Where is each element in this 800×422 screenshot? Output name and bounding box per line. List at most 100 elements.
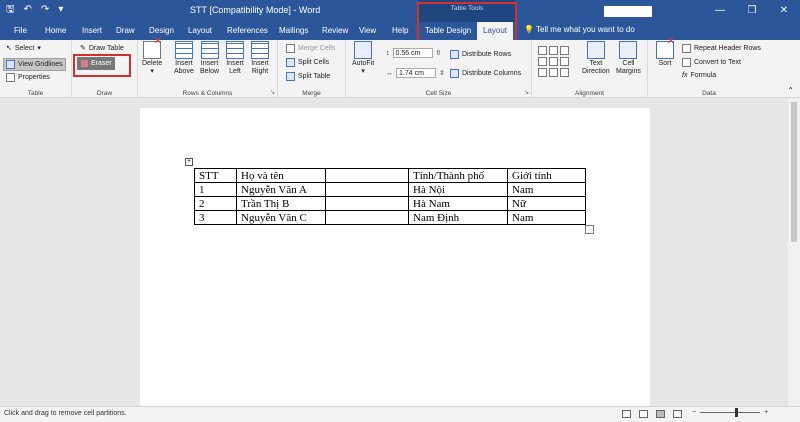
table-cell[interactable] bbox=[325, 168, 409, 183]
spin-icon[interactable]: ⇳ bbox=[439, 69, 445, 77]
tab-insert[interactable]: Insert bbox=[82, 25, 102, 37]
text-direction-button[interactable]: Text Direction bbox=[582, 41, 610, 76]
convert-to-text-label: Convert to Text bbox=[694, 59, 741, 66]
align-bottom-right-icon[interactable] bbox=[560, 68, 569, 77]
table-cell[interactable]: Nam bbox=[507, 210, 586, 225]
table-cell[interactable]: Họ và tên bbox=[236, 168, 326, 183]
tell-me-box[interactable]: 💡 Tell me what you want to do bbox=[524, 25, 635, 34]
sort-button[interactable]: Sort bbox=[656, 38, 675, 68]
table-cell[interactable]: Tỉnh/Thành phố bbox=[408, 168, 508, 183]
distribute-columns-button[interactable]: Distribute Columns bbox=[450, 69, 521, 78]
cell-margins-label-2: Margins bbox=[616, 68, 641, 75]
table-cell[interactable] bbox=[325, 196, 409, 211]
view-gridlines-button[interactable]: View Gridlines bbox=[3, 58, 66, 71]
align-bottom-left-icon[interactable] bbox=[538, 68, 547, 77]
status-bar: Click and drag to remove cell partitions… bbox=[0, 406, 800, 422]
insert-above-label-1: Insert bbox=[175, 60, 193, 67]
group-alignment: Text Direction Cell Margins Alignment bbox=[532, 40, 648, 98]
table-cell[interactable]: Nữ bbox=[507, 196, 586, 211]
tab-file[interactable]: File bbox=[14, 25, 27, 37]
tab-home[interactable]: Home bbox=[45, 25, 66, 37]
select-button[interactable]: ↖ Select ▾ bbox=[6, 44, 41, 53]
print-layout-icon[interactable] bbox=[656, 410, 665, 418]
web-layout-icon[interactable] bbox=[673, 410, 682, 418]
align-top-right-icon[interactable] bbox=[560, 46, 569, 55]
zoom-out-button[interactable]: − bbox=[692, 409, 696, 416]
table-cell[interactable]: Hà Nội bbox=[408, 182, 508, 197]
distribute-rows-button[interactable]: Distribute Rows bbox=[450, 50, 511, 59]
tab-view[interactable]: View bbox=[359, 25, 376, 37]
table-cell[interactable]: 1 bbox=[194, 182, 237, 197]
customize-icon[interactable]: ▾ bbox=[58, 4, 63, 16]
table-cell[interactable] bbox=[325, 182, 409, 197]
draw-table-button[interactable]: ✎ Draw Table bbox=[80, 44, 124, 53]
tab-mailings[interactable]: Mailings bbox=[279, 25, 308, 37]
table-cell[interactable] bbox=[325, 210, 409, 225]
document-page[interactable] bbox=[140, 108, 650, 418]
formula-button[interactable]: fx Formula bbox=[682, 72, 716, 79]
view-gridlines-label: View Gridlines bbox=[18, 61, 63, 68]
split-cells-icon bbox=[286, 58, 295, 67]
convert-to-text-button[interactable]: Convert to Text bbox=[682, 58, 741, 67]
cell-margins-button[interactable]: Cell Margins bbox=[616, 41, 641, 76]
repeat-header-rows-button[interactable]: Repeat Header Rows bbox=[682, 44, 761, 53]
row-height-input[interactable]: 0.56 cm bbox=[392, 48, 433, 58]
merge-cells-button[interactable]: Merge Cells bbox=[286, 44, 335, 53]
table-cell[interactable]: Nam Định bbox=[408, 210, 508, 225]
align-middle-center-icon[interactable] bbox=[549, 57, 558, 66]
split-table-button[interactable]: Split Table bbox=[286, 72, 330, 81]
table-move-handle[interactable]: + bbox=[185, 158, 193, 166]
dialog-launcher-icon[interactable]: ↘ bbox=[524, 89, 529, 96]
account-area[interactable] bbox=[604, 6, 652, 17]
restore-button[interactable]: ❐ bbox=[736, 0, 768, 22]
table-resize-handle[interactable] bbox=[585, 225, 594, 234]
autofit-button[interactable]: AutoFit ▾ bbox=[352, 41, 374, 76]
tab-draw[interactable]: Draw bbox=[116, 25, 135, 37]
delete-button[interactable]: Delete▾ bbox=[142, 38, 162, 76]
undo-icon[interactable]: ↶ bbox=[24, 4, 32, 16]
minimize-button[interactable]: — bbox=[704, 0, 736, 22]
table-cell[interactable]: 2 bbox=[194, 196, 237, 211]
tab-page-layout[interactable]: Layout bbox=[188, 25, 212, 37]
collapse-ribbon-icon[interactable]: ⌃ bbox=[787, 86, 794, 95]
word-table[interactable]: STT Họ và tên Tỉnh/Thành phố Giới tính 1… bbox=[194, 168, 586, 225]
zoom-slider[interactable] bbox=[700, 408, 761, 417]
scroll-thumb[interactable] bbox=[791, 102, 797, 242]
insert-above-button[interactable]: Insert Above bbox=[174, 41, 194, 76]
table-cell[interactable]: Trần Thị B bbox=[236, 196, 326, 211]
insert-left-button[interactable]: Insert Left bbox=[226, 41, 244, 76]
save-icon[interactable]: 🖫 bbox=[6, 4, 15, 16]
redo-icon[interactable]: ↷ bbox=[41, 4, 49, 16]
split-cells-button[interactable]: Split Cells bbox=[286, 58, 329, 67]
align-top-left-icon[interactable] bbox=[538, 46, 547, 55]
close-button[interactable]: ✕ bbox=[768, 0, 800, 22]
table-cell[interactable]: Nam bbox=[507, 182, 586, 197]
align-bottom-center-icon[interactable] bbox=[549, 68, 558, 77]
tab-review[interactable]: Review bbox=[322, 25, 348, 37]
group-data: Sort Repeat Header Rows Convert to Text … bbox=[648, 38, 770, 98]
table-cell[interactable]: 3 bbox=[194, 210, 237, 225]
table-cell[interactable]: Nguyễn Văn C bbox=[236, 210, 326, 225]
insert-below-button[interactable]: Insert Below bbox=[200, 41, 219, 76]
vertical-scrollbar[interactable] bbox=[788, 98, 800, 406]
zoom-in-button[interactable]: + bbox=[764, 409, 768, 416]
insert-left-label-1: Insert bbox=[226, 60, 244, 67]
spin-icon[interactable]: ⇳ bbox=[436, 49, 442, 57]
table-cell[interactable]: STT bbox=[194, 168, 237, 183]
align-middle-right-icon[interactable] bbox=[560, 57, 569, 66]
align-top-center-icon[interactable] bbox=[549, 46, 558, 55]
dialog-launcher-icon[interactable]: ↘ bbox=[270, 89, 275, 96]
read-mode-icon[interactable] bbox=[639, 410, 648, 418]
insert-right-button[interactable]: Insert Right bbox=[251, 41, 269, 76]
align-middle-left-icon[interactable] bbox=[538, 57, 547, 66]
properties-button[interactable]: Properties bbox=[6, 73, 50, 82]
column-width-input[interactable]: 1.74 cm bbox=[396, 68, 436, 78]
table-cell[interactable]: Giới tính bbox=[507, 168, 586, 183]
zoom-slider-knob[interactable] bbox=[735, 408, 739, 417]
table-cell[interactable]: Nguyễn Văn A bbox=[236, 182, 326, 197]
tab-help[interactable]: Help bbox=[392, 25, 408, 37]
table-cell[interactable]: Hà Nam bbox=[408, 196, 508, 211]
focus-mode-icon[interactable] bbox=[622, 410, 631, 418]
tab-references[interactable]: References bbox=[227, 25, 268, 37]
formula-label: Formula bbox=[690, 72, 717, 79]
